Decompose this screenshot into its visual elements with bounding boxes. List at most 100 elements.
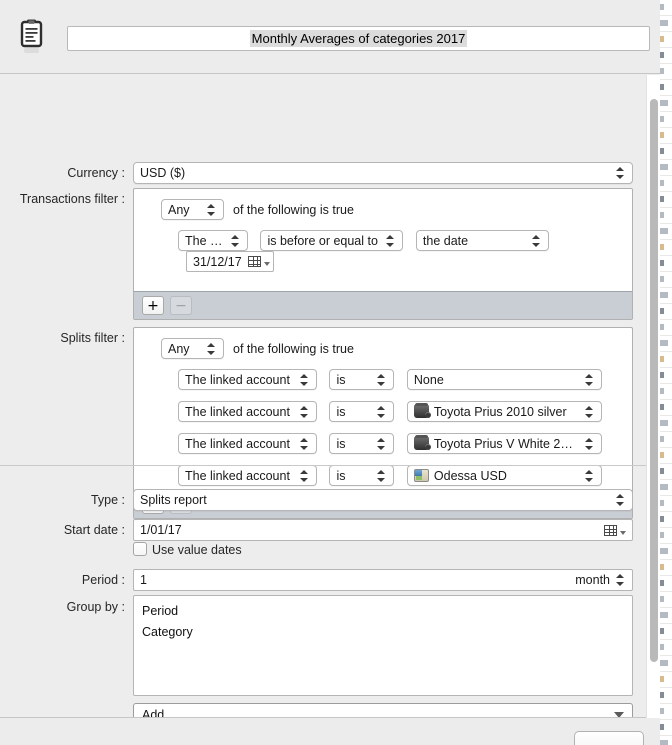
calendar-icon[interactable] <box>604 524 617 536</box>
transactions-rule-operator-value: is before or equal to <box>267 233 378 248</box>
group-by-listbox[interactable]: Period Category <box>133 595 633 696</box>
splits-match-suffix: of the following is true <box>233 341 354 356</box>
asset-account-icon <box>413 437 431 450</box>
period-unit-value: month <box>575 573 610 587</box>
calendar-icon[interactable] <box>247 256 261 267</box>
card-account-icon <box>413 469 429 482</box>
splits-rule-field-value: The linked account <box>185 468 290 483</box>
splits-match-row: Any of the following is true <box>161 338 354 359</box>
background-document <box>658 0 672 745</box>
splits-rule-account-select[interactable]: Toyota Prius 2010 silver <box>406 401 602 422</box>
splits-rule-row: The linked account is Toyota Prius 2010 … <box>178 401 602 422</box>
splits-rule-field-select[interactable]: The linked account <box>178 369 317 390</box>
transactions-match-row: Any of the following is true <box>161 199 354 220</box>
splits-rule-field-select[interactable]: The linked account <box>178 433 317 454</box>
splits-rule-operator-value: is <box>336 436 346 451</box>
calendar-caret-icon[interactable] <box>620 530 626 535</box>
type-label: Type : <box>90 493 125 507</box>
transactions-match-select[interactable]: Any <box>161 199 224 220</box>
type-value: Splits report <box>140 493 207 507</box>
splits-rule-account-select[interactable]: None <box>406 369 602 390</box>
chevron-updown-icon <box>376 372 387 388</box>
group-by-label: Group by : <box>66 600 125 614</box>
dialog-footer <box>0 717 660 745</box>
use-value-dates-label: Use value dates <box>152 543 242 557</box>
splits-rule-field-value: The linked account <box>185 436 290 451</box>
splits-filter-label: Splits filter : <box>60 331 125 345</box>
transactions-rule-field-select[interactable]: The d… <box>178 230 248 251</box>
transactions-rule-date-value: 31/12/17 <box>193 254 242 269</box>
start-date-label: Start date : <box>63 523 125 537</box>
chevron-updown-icon <box>584 436 595 452</box>
transactions-rule-operator-select[interactable]: is before or equal to <box>260 230 404 251</box>
chevron-updown-icon <box>615 492 626 508</box>
currency-select[interactable]: USD ($) <box>133 162 633 184</box>
transactions-rule-target-value: the date <box>422 233 469 248</box>
report-title-value: Monthly Averages of categories 2017 <box>249 30 468 47</box>
splits-rule-field-value: The linked account <box>185 404 290 419</box>
chevron-updown-icon <box>615 165 626 181</box>
splits-rule-operator-select[interactable]: is <box>329 369 395 390</box>
chevron-updown-icon <box>584 372 595 388</box>
splits-match-value: Any <box>168 341 190 356</box>
start-date-value: 1/01/17 <box>140 523 182 537</box>
transactions-filter-remove-button[interactable]: − <box>170 296 192 315</box>
splits-rule-operator-select[interactable]: is <box>329 401 395 422</box>
transactions-filter-label: Transactions filter : <box>19 192 125 206</box>
splits-rule-operator-select[interactable]: is <box>329 433 395 454</box>
transactions-rule-date-field[interactable]: 31/12/17 <box>186 251 274 272</box>
splits-rule-field-select[interactable]: The linked account <box>178 465 317 486</box>
list-item[interactable]: Category <box>134 622 632 643</box>
chevron-updown-icon <box>299 372 310 388</box>
type-select[interactable]: Splits report <box>133 489 633 511</box>
chevron-updown-icon[interactable] <box>615 572 626 588</box>
transactions-rule-target-select[interactable]: the date <box>415 230 549 251</box>
splits-rule-field-select[interactable]: The linked account <box>178 401 317 422</box>
vertical-scrollbar[interactable] <box>646 75 660 718</box>
chevron-updown-icon <box>376 436 387 452</box>
transactions-filter-toolbar: + − <box>134 291 632 319</box>
chevron-updown-icon <box>584 468 595 484</box>
chevron-updown-icon <box>206 341 217 357</box>
splits-rule-row: The linked account is Odessa USD <box>178 465 602 486</box>
splits-rule-row: The linked account is None <box>178 369 602 390</box>
dialog-header: Monthly Averages of categories 2017 <box>0 0 660 74</box>
transactions-match-value: Any <box>168 202 190 217</box>
splits-rule-account-select[interactable]: Odessa USD <box>406 465 602 486</box>
transactions-filter-box: Any of the following is true The d… is b… <box>133 188 633 320</box>
period-field[interactable]: 1 month <box>133 569 633 591</box>
footer-action-button[interactable] <box>574 731 644 745</box>
transactions-rule-row: The d… is before or equal to the date 31… <box>178 230 632 272</box>
report-settings-dialog: Monthly Averages of categories 2017 Curr… <box>0 0 660 745</box>
chevron-updown-icon <box>299 404 310 420</box>
chevron-updown-icon <box>230 233 241 249</box>
splits-rule-operator-value: is <box>336 372 346 387</box>
currency-value: USD ($) <box>140 166 186 180</box>
report-title-field[interactable]: Monthly Averages of categories 2017 <box>67 26 650 51</box>
chevron-updown-icon <box>385 233 396 249</box>
splits-match-select[interactable]: Any <box>161 338 224 359</box>
use-value-dates-checkbox[interactable] <box>133 542 147 556</box>
period-value: 1 <box>140 573 147 587</box>
calendar-caret-icon[interactable] <box>263 262 270 266</box>
chevron-updown-icon <box>531 233 542 249</box>
chevron-updown-icon <box>584 404 595 420</box>
transactions-rule-field-value: The d… <box>185 233 225 248</box>
chevron-updown-icon <box>376 468 387 484</box>
chevron-updown-icon <box>299 436 310 452</box>
start-date-field[interactable]: 1/01/17 <box>133 519 633 541</box>
splits-rule-account-value: Toyota Prius 2010 silver <box>433 404 567 419</box>
chevron-updown-icon <box>299 468 310 484</box>
clipboard-icon <box>20 19 43 53</box>
period-label: Period : <box>81 573 125 587</box>
section-divider <box>0 465 660 466</box>
splits-rule-account-select[interactable]: Toyota Prius V White 2012 <box>406 433 602 454</box>
splits-rule-operator-value: is <box>336 404 346 419</box>
scrollbar-thumb[interactable] <box>650 99 658 662</box>
list-item[interactable]: Period <box>134 601 632 622</box>
transactions-match-suffix: of the following is true <box>233 202 354 217</box>
transactions-filter-add-button[interactable]: + <box>142 296 164 315</box>
splits-rule-row: The linked account is Toyota Prius V Whi… <box>178 433 602 454</box>
splits-rule-operator-select[interactable]: is <box>329 465 395 486</box>
chevron-updown-icon <box>206 202 217 218</box>
